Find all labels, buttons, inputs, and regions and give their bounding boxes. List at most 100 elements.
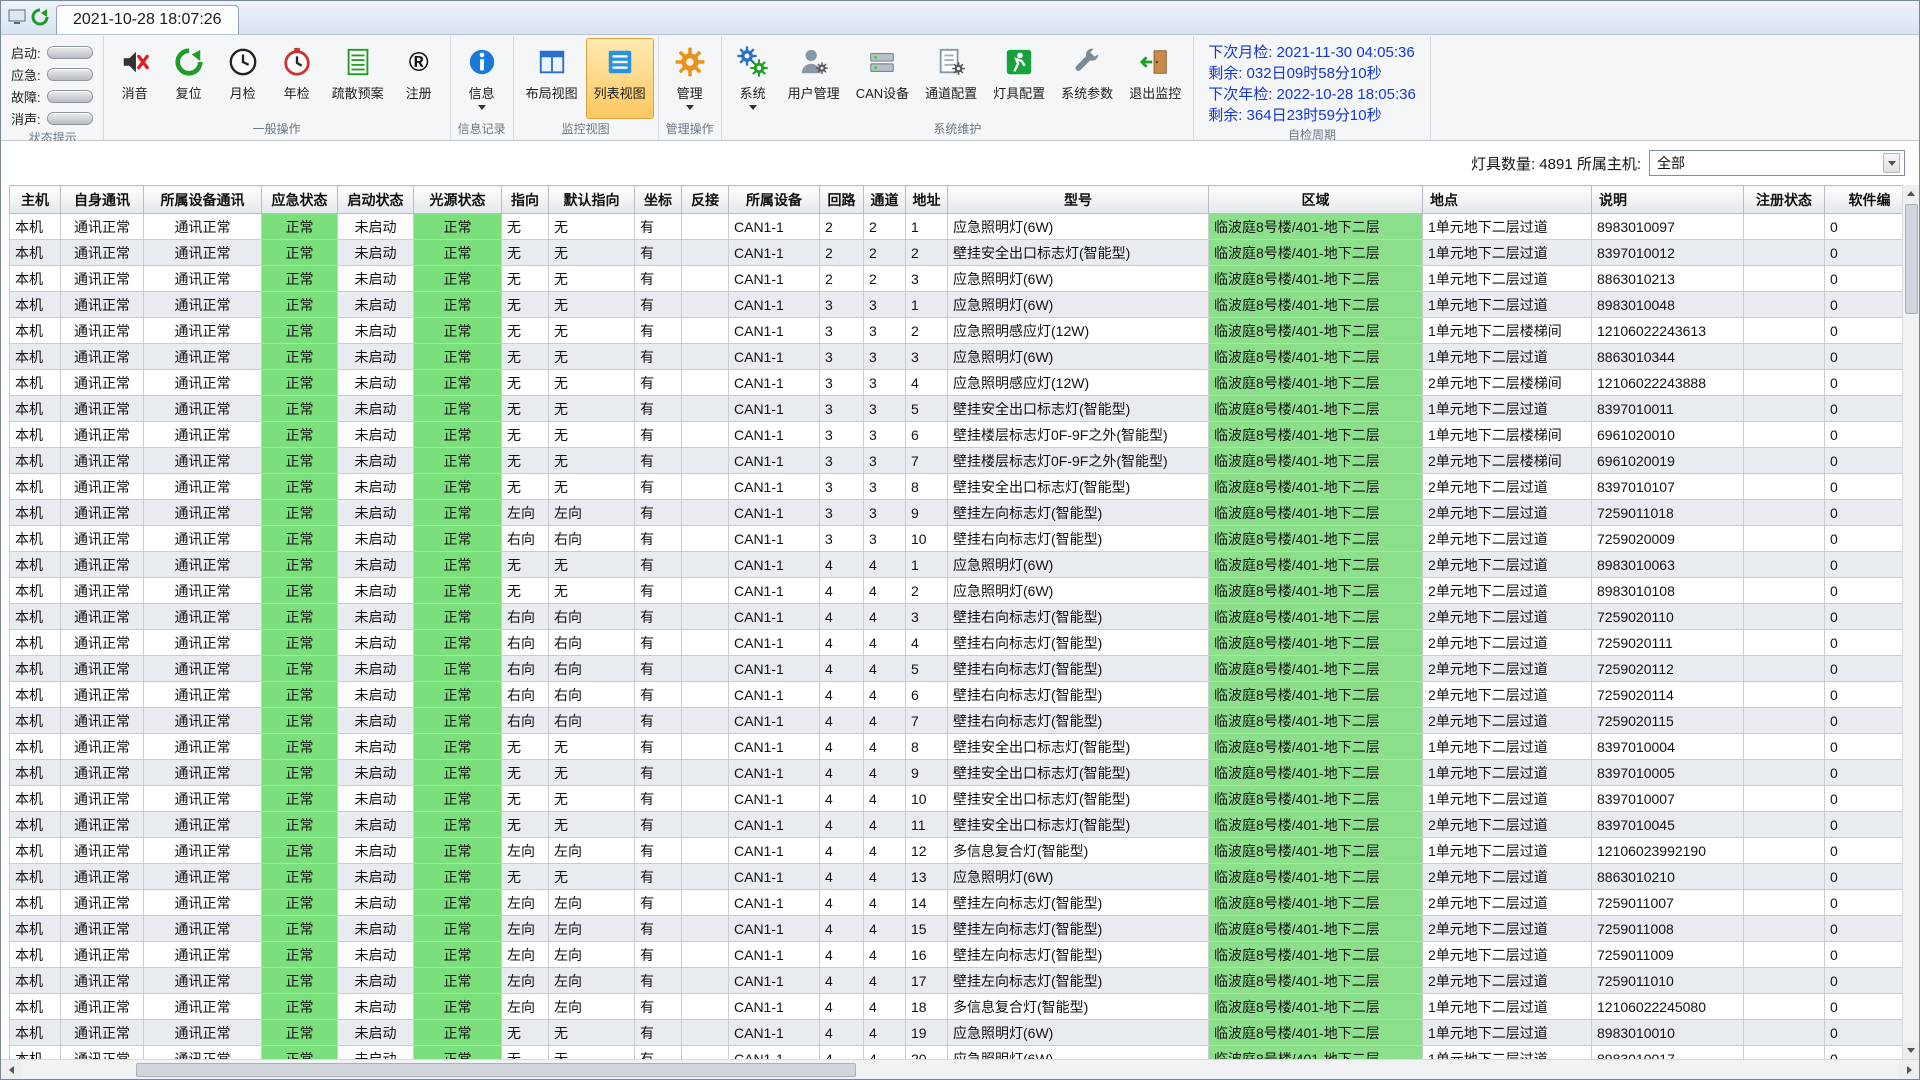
column-header[interactable]: 所属设备	[729, 186, 820, 214]
vertical-scrollbar[interactable]	[1902, 185, 1919, 1059]
column-header[interactable]: 坐标	[635, 186, 682, 214]
table-row[interactable]: 本机通讯正常通讯正常正常未启动正常无无有CAN1-1336壁挂楼层标志灯0F-9…	[10, 422, 1903, 448]
manage-button[interactable]: 管理	[663, 38, 717, 119]
table-row[interactable]: 本机通讯正常通讯正常正常未启动正常左向左向有CAN1-14414壁挂左向标志灯(…	[10, 890, 1903, 916]
table-row[interactable]: 本机通讯正常通讯正常正常未启动正常无无有CAN1-14410壁挂安全出口标志灯(…	[10, 786, 1903, 812]
table-row[interactable]: 本机通讯正常通讯正常正常未启动正常右向右向有CAN1-1444壁挂右向标志灯(智…	[10, 630, 1903, 656]
column-header[interactable]: 指向	[502, 186, 549, 214]
table-row[interactable]: 本机通讯正常通讯正常正常未启动正常无无有CAN1-14413应急照明灯(6W)临…	[10, 864, 1903, 890]
table-row[interactable]: 本机通讯正常通讯正常正常未启动正常右向右向有CAN1-1443壁挂右向标志灯(智…	[10, 604, 1903, 630]
table-row[interactable]: 本机通讯正常通讯正常正常未启动正常无无有CAN1-1333应急照明灯(6W)临波…	[10, 344, 1903, 370]
table-row[interactable]: 本机通讯正常通讯正常正常未启动正常右向右向有CAN1-13310壁挂右向标志灯(…	[10, 526, 1903, 552]
column-header[interactable]: 反接	[682, 186, 729, 214]
cell: 无	[549, 786, 635, 812]
column-header[interactable]: 地点	[1423, 186, 1592, 214]
layout-view-button[interactable]: 布局视图	[518, 38, 586, 119]
cell: 临波庭8号楼/401-地下二层	[1209, 1046, 1423, 1060]
system-params-button[interactable]: 系统参数	[1053, 38, 1121, 119]
table-row[interactable]: 本机通讯正常通讯正常正常未启动正常右向右向有CAN1-1445壁挂右向标志灯(智…	[10, 656, 1903, 682]
cell: 8397010011	[1592, 396, 1744, 422]
channel-config-button[interactable]: 通道配置	[917, 38, 985, 119]
list-view-button[interactable]: 列表视图	[586, 38, 654, 119]
cell: 4	[820, 734, 864, 760]
column-header[interactable]: 通道	[864, 186, 906, 214]
table-row[interactable]: 本机通讯正常通讯正常正常未启动正常无无有CAN1-1223应急照明灯(6W)临波…	[10, 266, 1903, 292]
table-row[interactable]: 本机通讯正常通讯正常正常未启动正常右向右向有CAN1-1447壁挂右向标志灯(智…	[10, 708, 1903, 734]
column-header[interactable]: 所属设备通讯	[144, 186, 262, 214]
table-row[interactable]: 本机通讯正常通讯正常正常未启动正常左向左向有CAN1-1339壁挂左向标志灯(智…	[10, 500, 1903, 526]
column-header[interactable]: 地址	[906, 186, 948, 214]
column-header[interactable]: 注册状态	[1744, 186, 1825, 214]
scroll-up-icon[interactable]	[1903, 185, 1920, 202]
column-header[interactable]: 光源状态	[414, 186, 502, 214]
cell: 通讯正常	[61, 734, 144, 760]
scroll-right-icon[interactable]	[1899, 1060, 1919, 1080]
table-row[interactable]: 本机通讯正常通讯正常正常未启动正常左向左向有CAN1-14412多信息复合灯(智…	[10, 838, 1903, 864]
table-row[interactable]: 本机通讯正常通讯正常正常未启动正常左向左向有CAN1-14417壁挂左向标志灯(…	[10, 968, 1903, 994]
vertical-scroll-thumb[interactable]	[1905, 204, 1918, 314]
table-row[interactable]: 本机通讯正常通讯正常正常未启动正常无无有CAN1-1335壁挂安全出口标志灯(智…	[10, 396, 1903, 422]
column-header[interactable]: 型号	[948, 186, 1209, 214]
cell: 右向	[502, 656, 549, 682]
cell	[1744, 604, 1825, 630]
table-row[interactable]: 本机通讯正常通讯正常正常未启动正常无无有CAN1-1442应急照明灯(6W)临波…	[10, 578, 1903, 604]
table-row[interactable]: 本机通讯正常通讯正常正常未启动正常左向左向有CAN1-14416壁挂左向标志灯(…	[10, 942, 1903, 968]
scroll-down-icon[interactable]	[1903, 1042, 1920, 1059]
can-device-button[interactable]: CAN设备	[848, 38, 917, 119]
user-management-button[interactable]: 用户管理	[780, 38, 848, 119]
table-row[interactable]: 本机通讯正常通讯正常正常未启动正常右向右向有CAN1-1446壁挂右向标志灯(智…	[10, 682, 1903, 708]
table-row[interactable]: 本机通讯正常通讯正常正常未启动正常无无有CAN1-1334应急照明感应灯(12W…	[10, 370, 1903, 396]
table-row[interactable]: 本机通讯正常通讯正常正常未启动正常无无有CAN1-1331应急照明灯(6W)临波…	[10, 292, 1903, 318]
host-filter-select[interactable]: 全部	[1649, 150, 1905, 176]
register-button[interactable]: ® 注册	[392, 38, 446, 119]
table-row[interactable]: 本机通讯正常通讯正常正常未启动正常无无有CAN1-1338壁挂安全出口标志灯(智…	[10, 474, 1903, 500]
table-row[interactable]: 本机通讯正常通讯正常正常未启动正常无无有CAN1-1448壁挂安全出口标志灯(智…	[10, 734, 1903, 760]
column-header[interactable]: 回路	[820, 186, 864, 214]
cell: 通讯正常	[144, 864, 262, 890]
column-header[interactable]: 说明	[1592, 186, 1744, 214]
table-row[interactable]: 本机通讯正常通讯正常正常未启动正常左向左向有CAN1-14418多信息复合灯(智…	[10, 994, 1903, 1020]
cell: 正常	[414, 786, 502, 812]
column-header[interactable]: 应急状态	[262, 186, 338, 214]
cell: 通讯正常	[144, 656, 262, 682]
lamp-config-button[interactable]: 灯具配置	[985, 38, 1053, 119]
table-row[interactable]: 本机通讯正常通讯正常正常未启动正常左向左向有CAN1-14415壁挂左向标志灯(…	[10, 916, 1903, 942]
cell: 7259020115	[1592, 708, 1744, 734]
refresh-icon[interactable]	[30, 7, 50, 27]
cell: 0	[1825, 838, 1903, 864]
table-row[interactable]: 本机通讯正常通讯正常正常未启动正常无无有CAN1-1337壁挂楼层标志灯0F-9…	[10, 448, 1903, 474]
table-row[interactable]: 本机通讯正常通讯正常正常未启动正常无无有CAN1-1222壁挂安全出口标志灯(智…	[10, 240, 1903, 266]
column-header[interactable]: 主机	[10, 186, 61, 214]
table-row[interactable]: 本机通讯正常通讯正常正常未启动正常无无有CAN1-1441应急照明灯(6W)临波…	[10, 552, 1903, 578]
cell: 0	[1825, 500, 1903, 526]
cell: 通讯正常	[144, 526, 262, 552]
table-row[interactable]: 本机通讯正常通讯正常正常未启动正常无无有CAN1-14419应急照明灯(6W)临…	[10, 1020, 1903, 1046]
mute-button[interactable]: 消音	[108, 38, 162, 119]
scroll-left-icon[interactable]	[1, 1060, 21, 1080]
table-row[interactable]: 本机通讯正常通讯正常正常未启动正常无无有CAN1-14420应急照明灯(6W)临…	[10, 1046, 1903, 1060]
annual-check-button[interactable]: 年检	[270, 38, 324, 119]
dropdown-caret-icon[interactable]	[1883, 153, 1900, 173]
system-button[interactable]: 系统	[726, 38, 780, 119]
column-header[interactable]: 启动状态	[338, 186, 414, 214]
table-row[interactable]: 本机通讯正常通讯正常正常未启动正常无无有CAN1-14411壁挂安全出口标志灯(…	[10, 812, 1903, 838]
table-row[interactable]: 本机通讯正常通讯正常正常未启动正常无无有CAN1-1449壁挂安全出口标志灯(智…	[10, 760, 1903, 786]
clock-tab[interactable]: 2021-10-28 18:07:26	[56, 5, 239, 34]
table-row[interactable]: 本机通讯正常通讯正常正常未启动正常无无有CAN1-1332应急照明感应灯(12W…	[10, 318, 1903, 344]
column-header[interactable]: 软件编	[1825, 186, 1903, 214]
column-header[interactable]: 默认指向	[549, 186, 635, 214]
column-header[interactable]: 自身通讯	[61, 186, 144, 214]
group-label: 信息记录	[455, 119, 509, 140]
cell: 临波庭8号楼/401-地下二层	[1209, 578, 1423, 604]
reset-button[interactable]: 复位	[162, 38, 216, 119]
evacuation-plan-button[interactable]: 疏散预案	[324, 38, 392, 119]
table-row[interactable]: 本机通讯正常通讯正常正常未启动正常无无有CAN1-1221应急照明灯(6W)临波…	[10, 214, 1903, 240]
column-header[interactable]: 区域	[1209, 186, 1423, 214]
emergency-indicator	[47, 68, 93, 81]
monthly-check-button[interactable]: 月检	[216, 38, 270, 119]
horizontal-scroll-thumb[interactable]	[136, 1063, 856, 1077]
horizontal-scrollbar[interactable]	[1, 1059, 1919, 1079]
exit-monitor-button[interactable]: 退出监控	[1121, 38, 1189, 119]
app-icon[interactable]	[7, 7, 27, 27]
info-button[interactable]: 信息	[455, 38, 509, 119]
